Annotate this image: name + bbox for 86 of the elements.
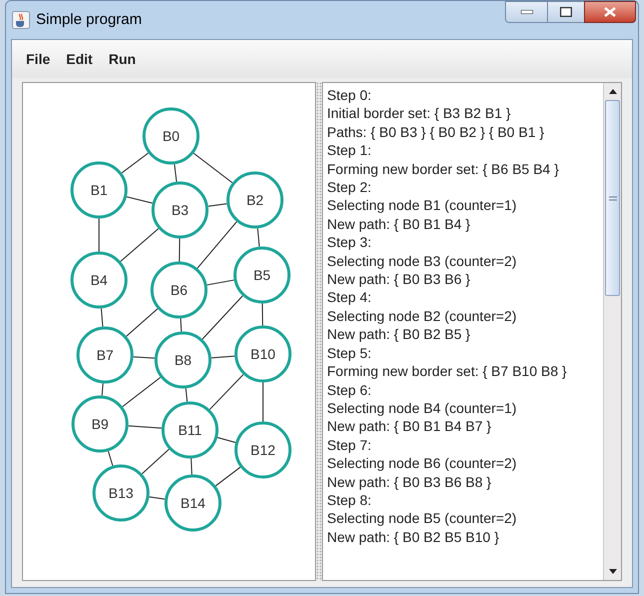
log-line: Step 6: [327,380,372,399]
log-line: Forming new border set: { B7 B10 B8 } [327,362,568,380]
log-line: New path: { B0 B2 B5 } [327,325,472,344]
log-line: Selecting node B5 (counter=2) [327,509,518,528]
log-line: New path: { B0 B1 B4 } [327,214,472,234]
graph-edge [208,203,228,207]
log-line: Step 4: [327,288,372,307]
window-title: Simple program [36,10,142,30]
scrollbar[interactable] [603,83,621,580]
graph-edge [126,308,158,337]
grip-icon [608,196,616,200]
log-line: Step 8: [327,490,372,510]
graph-edge [209,374,244,410]
log-line: Selecting node B6 (counter=2) [327,454,518,473]
graph-edge [185,388,188,402]
graph-edge [148,496,166,500]
graph-edge [174,164,178,182]
menu-item[interactable]: File [20,48,56,70]
graph-node: B3 [152,182,208,238]
graph-edge [132,356,156,359]
graph-node: B14 [164,474,222,532]
log-line: Initial border set: { B3 B2 B1 } [327,104,512,123]
log-line: New path: { B0 B2 B5 B10 } [327,528,500,546]
graph-edge [202,295,244,340]
graph-node: B6 [150,262,208,318]
graph-edge [128,425,162,429]
graph-edge [257,228,260,248]
close-button[interactable] [584,1,636,23]
graph-edge [190,458,192,476]
log-line: New path: { B0 B3 B6 } [327,270,472,288]
graph-edge [262,382,264,422]
graph-node: B4 [70,252,128,308]
log-line: New path: { B0 B1 B4 B7 } [327,417,492,436]
minimize-icon [520,10,532,14]
graph-node: B2 [226,172,284,228]
graph-edge [102,382,104,396]
up-arrow-icon [608,89,616,94]
log-line: Step 2: [327,178,372,196]
log-line: Step 1: [327,141,372,160]
graph-node: B10 [234,326,292,382]
log-line: Selecting node B1 (counter=1) [327,196,518,215]
menu-item[interactable]: Run [102,48,142,70]
log-line: Forming new border set: { B6 B5 B4 } [327,160,560,178]
log-line: New path: { B0 B3 B6 B8 } [327,472,492,491]
maximize-button[interactable] [548,1,584,23]
graph-node: B0 [142,108,200,164]
graph-edge [100,308,104,328]
graph-node: B12 [234,422,292,478]
graph-edge [98,218,100,252]
graph-edge [196,221,238,269]
log-line: Step 5: [327,344,372,362]
log-line: Paths: { B0 B3 } { B0 B2 } { B0 B1 } [327,122,546,142]
graph-node: B9 [72,396,128,452]
graph-edge [180,318,182,332]
graph-edge [215,466,241,486]
graph-edge [206,280,234,286]
graph-node: B1 [70,162,128,218]
graph-edge [142,448,170,474]
log-line: Step 7: [327,436,372,454]
graph-edge [216,437,236,443]
minimize-button[interactable] [505,1,548,23]
scroll-thumb[interactable] [605,100,620,296]
graph-node: B11 [162,402,218,458]
log-line: Step 0: [327,86,372,104]
graph-edge [210,356,236,358]
graph-edge [108,450,114,466]
log-line: Selecting node B4 (counter=1) [327,398,518,418]
down-arrow-icon [608,569,616,574]
log-line: Selecting node B3 (counter=2) [327,252,518,270]
graph-edge [121,152,149,174]
graph-edge [262,303,264,326]
graph-node: B13 [92,464,150,522]
graph-edge [193,152,233,184]
graph-node: B7 [76,326,134,384]
graph-edge [120,228,159,262]
menu-item[interactable]: Edit [60,48,99,70]
graph-edge [126,196,153,204]
log-line: Step 3: [327,233,372,252]
coffee-cup-icon [12,11,30,29]
graph-node: B8 [154,332,212,388]
log-line: Selecting node B2 (counter=2) [327,306,518,326]
graph-node: B5 [234,246,290,304]
close-icon [604,7,616,17]
graph-edge [122,376,161,408]
graph-edge [178,238,180,262]
maximize-icon [560,7,572,17]
